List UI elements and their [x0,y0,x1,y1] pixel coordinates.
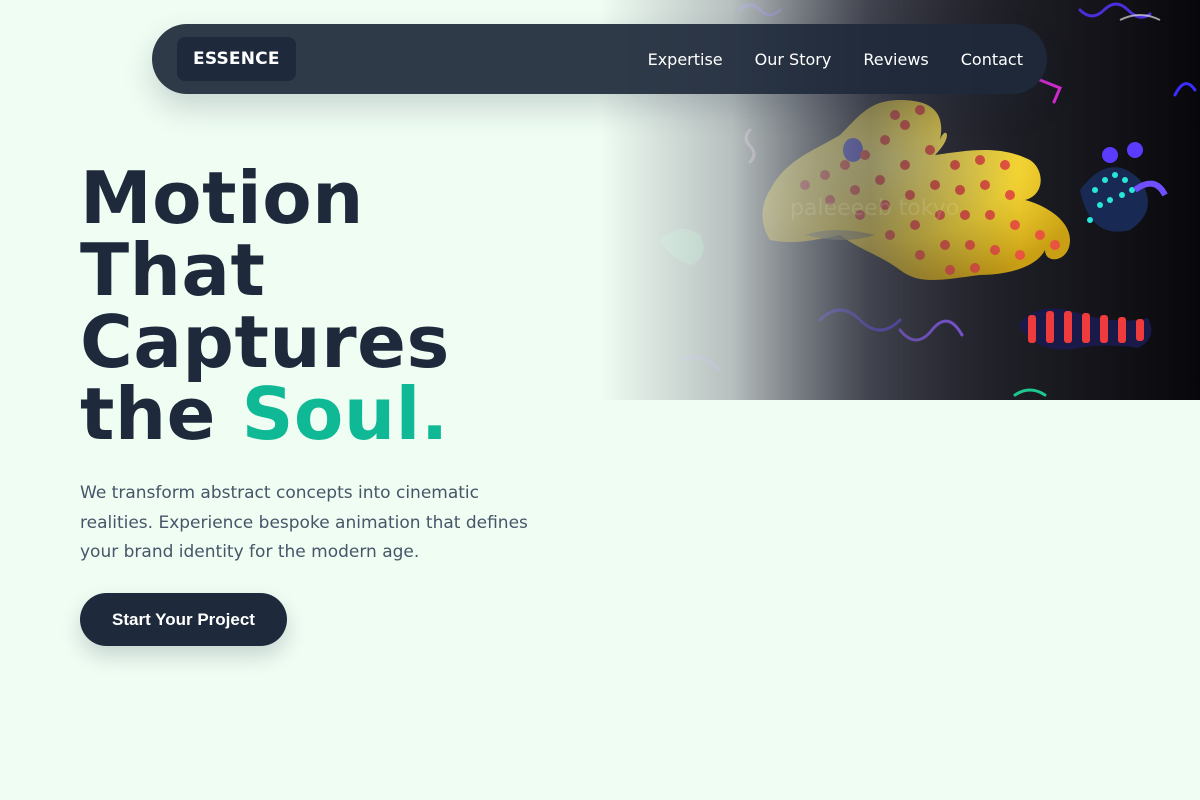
headline-line-2: That [80,228,266,312]
start-project-button[interactable]: Start Your Project [80,593,287,646]
hero-description: We transform abstract concepts into cine… [80,483,528,562]
image-watermark: paleeeeb tokyo [790,196,959,221]
navbar: ESSENCE Expertise Our Story Reviews Cont… [152,24,1047,94]
nav-link-our-story[interactable]: Our Story [755,50,832,69]
headline-line-4: the Soul. [80,378,450,450]
headline-accent: Soul. [241,372,449,456]
nav-links: Expertise Our Story Reviews Contact [648,50,1023,69]
headline-prefix: the [80,372,242,456]
hero-headline: Motion That Captures the Soul. [80,162,450,450]
nav-link-expertise[interactable]: Expertise [648,50,723,69]
nav-link-contact[interactable]: Contact [961,50,1023,69]
headline-line-1: Motion [80,156,364,240]
headline-line-3: Captures [80,300,450,384]
nav-link-reviews[interactable]: Reviews [863,50,928,69]
brand-logo[interactable]: ESSENCE [177,37,296,81]
